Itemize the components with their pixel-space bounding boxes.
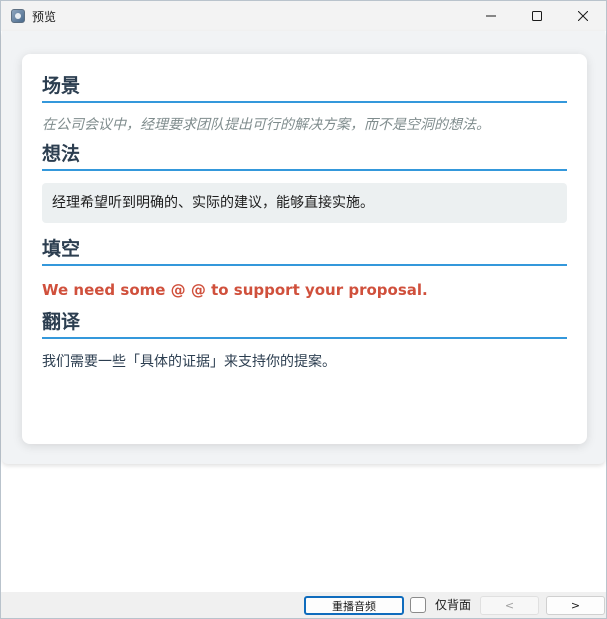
title-bar[interactable]: 预览 — [1, 1, 606, 31]
close-button[interactable] — [560, 1, 606, 31]
close-icon — [578, 11, 588, 21]
back-only-checkbox[interactable] — [410, 597, 426, 613]
translation-text: 我们需要一些「具体的证据」来支持你的提案。 — [42, 354, 336, 370]
maximize-icon — [532, 11, 542, 21]
back-only-label: 仅背面 — [435, 598, 472, 612]
bottom-bar: 重播音频 仅背面 < > — [1, 592, 606, 618]
content-pane: 场景 在公司会议中，经理要求团队提出可行的解决方案，而不是空洞的想法。 想法 经… — [2, 31, 605, 464]
preview-window: 预览 场景 在公司会议中，经理要求团队提出可行的解决方案，而不是空洞的想法。 想… — [0, 0, 607, 619]
fill-heading: 填空 — [42, 237, 567, 266]
prev-button[interactable]: < — [480, 596, 539, 615]
next-button[interactable]: > — [546, 596, 605, 615]
replay-audio-button[interactable]: 重播音频 — [304, 596, 404, 615]
app-icon — [11, 9, 25, 23]
scene-heading: 场景 — [42, 74, 567, 103]
maximize-button[interactable] — [514, 1, 560, 31]
minimize-icon — [486, 15, 496, 17]
card: 场景 在公司会议中，经理要求团队提出可行的解决方案，而不是空洞的想法。 想法 经… — [22, 54, 587, 444]
fill-blank-sentence: We need some @ @ to support your proposa… — [42, 281, 428, 299]
minimize-button[interactable] — [468, 1, 514, 31]
translation-heading: 翻译 — [42, 310, 567, 339]
scene-text: 在公司会议中，经理要求团队提出可行的解决方案，而不是空洞的想法。 — [42, 117, 490, 133]
idea-heading: 想法 — [42, 142, 567, 171]
window-title: 预览 — [32, 9, 57, 24]
window-controls — [468, 1, 606, 31]
idea-text: 经理希望听到明确的、实际的建议，能够直接实施。 — [42, 183, 567, 223]
